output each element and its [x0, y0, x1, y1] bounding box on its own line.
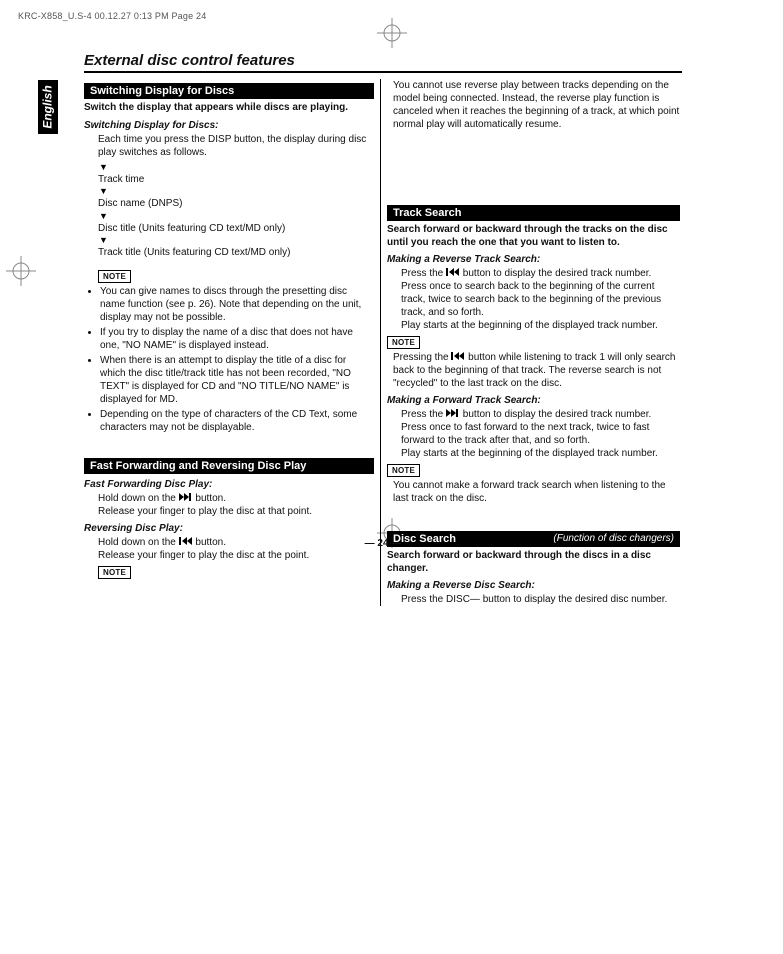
prev-track-icon: [446, 267, 460, 280]
subheading: Fast Forwarding Disc Play:: [84, 479, 374, 490]
page-content: External disc control features Switching…: [84, 52, 682, 606]
down-arrow-icon: ▼: [99, 212, 374, 221]
body-text: You cannot use reverse play between trac…: [393, 79, 680, 131]
body-text: Each time you press the DISP button, the…: [98, 133, 374, 159]
note-bullet: You can give names to discs through the …: [100, 285, 374, 324]
section-function-label: (Function of disc changers): [553, 533, 674, 544]
note-label: NOTE: [98, 270, 131, 283]
note-body: You cannot make a forward track search w…: [393, 479, 680, 505]
crop-mark-top: [377, 18, 407, 48]
body-text: Hold down on the button. Release your fi…: [98, 536, 374, 562]
intro-text: Search forward or backward through the d…: [387, 550, 651, 574]
note-bullet: Depending on the type of characters of t…: [100, 408, 374, 434]
section-heading: Fast Forwarding and Reversing Disc Play: [84, 458, 374, 474]
prev-track-icon: [451, 351, 465, 364]
page-title: External disc control features: [84, 52, 682, 73]
note-label: NOTE: [387, 464, 420, 477]
down-arrow-icon: ▼: [99, 236, 374, 245]
right-column: You cannot use reverse play between trac…: [380, 79, 680, 606]
left-column: Switching Display for Discs Switch the d…: [84, 79, 380, 606]
print-header: KRC-X858_U.S-4 00.12.27 0:13 PM Page 24: [18, 11, 206, 21]
subheading: Making a Reverse Track Search:: [387, 254, 680, 265]
note-body: Pressing the button while listening to t…: [393, 351, 680, 390]
note-bullet: When there is an attempt to display the …: [100, 354, 374, 406]
display-flow: ▼ Track time ▼ Disc name (DNPS) ▼ Disc t…: [98, 163, 374, 260]
subheading: Making a Forward Track Search:: [387, 395, 680, 406]
language-tab-text: English: [41, 85, 55, 128]
subheading: Making a Reverse Disc Search:: [387, 580, 680, 591]
next-track-icon: [446, 408, 460, 421]
flow-item: Track time: [98, 173, 374, 187]
subheading: Switching Display for Discs:: [84, 120, 374, 131]
down-arrow-icon: ▼: [99, 163, 374, 172]
intro-text: Switch the display that appears while di…: [84, 102, 348, 113]
intro-text: Search forward or backward through the t…: [387, 224, 668, 248]
body-text: Press the button to display the desired …: [401, 408, 680, 460]
section-heading: Switching Display for Discs: [84, 83, 374, 99]
page-number: — 24 —: [365, 538, 402, 549]
note-label: NOTE: [387, 336, 420, 349]
flow-item: Disc title (Units featuring CD text/MD o…: [98, 222, 374, 236]
flow-item: Disc name (DNPS): [98, 197, 374, 211]
crop-mark-left: [6, 256, 36, 286]
flow-item: Track title (Units featuring CD text/MD …: [98, 246, 374, 260]
language-tab: English: [38, 80, 58, 134]
note-label: NOTE: [98, 566, 131, 579]
body-text: Press the button to display the desired …: [401, 267, 680, 332]
rewind-icon: [179, 536, 193, 549]
section-heading: Disc Search (Function of disc changers): [387, 531, 680, 547]
section-heading: Track Search: [387, 205, 680, 221]
down-arrow-icon: ▼: [99, 187, 374, 196]
subheading: Reversing Disc Play:: [84, 523, 374, 534]
body-text: Press the DISC— button to display the de…: [401, 593, 680, 606]
note-bullet: If you try to display the name of a disc…: [100, 326, 374, 352]
body-text: Hold down on the button. Release your fi…: [98, 492, 374, 518]
note-bullets: You can give names to discs through the …: [100, 285, 374, 434]
fast-forward-icon: [179, 492, 193, 505]
